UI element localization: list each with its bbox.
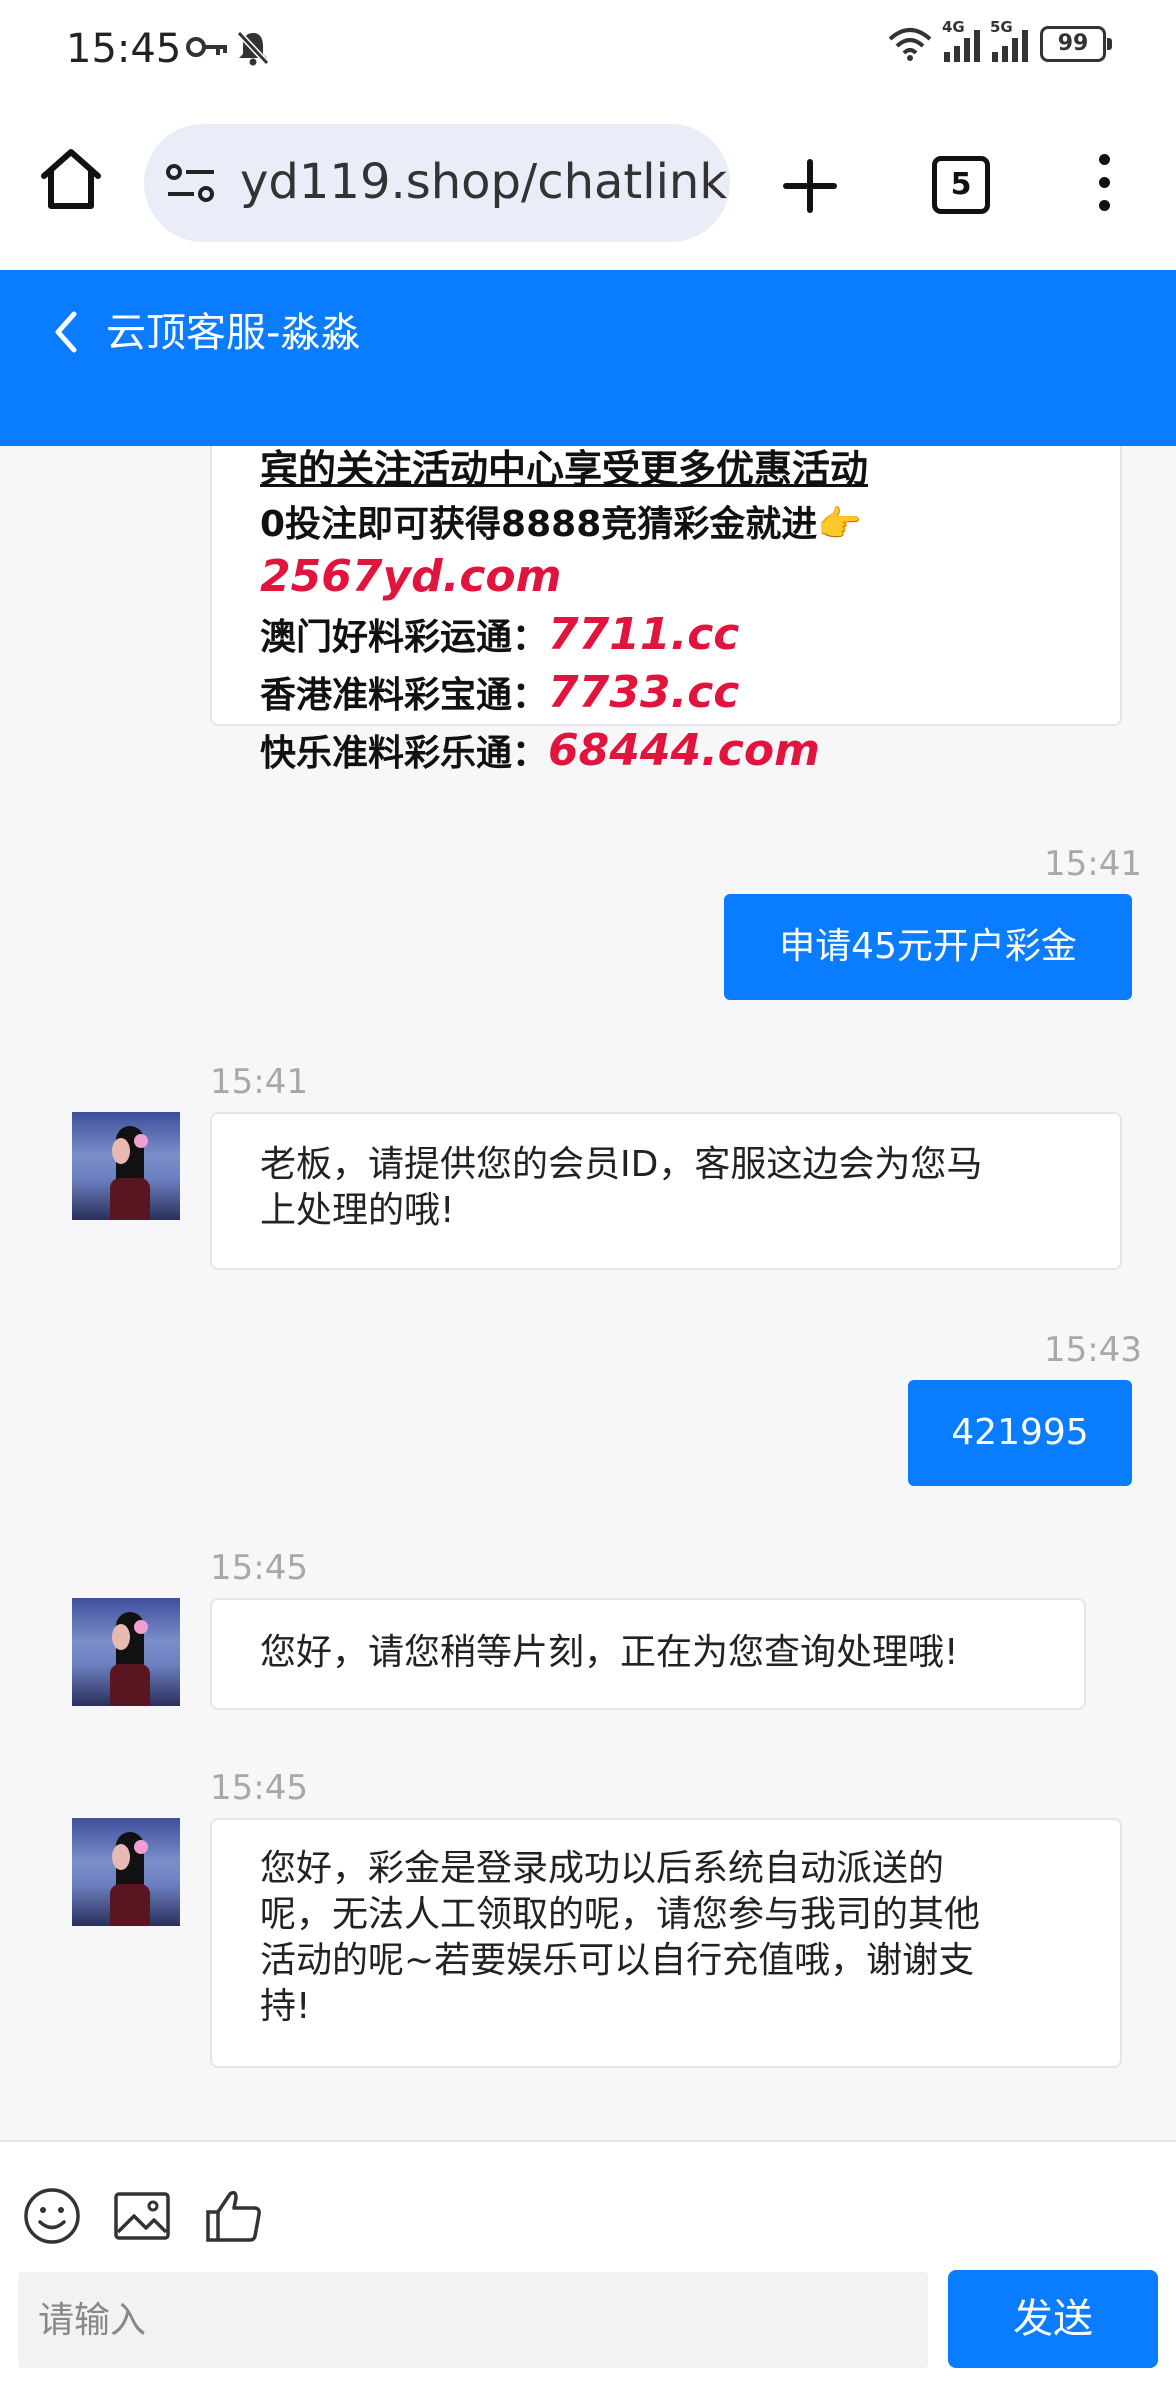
promo-link-3[interactable]: 7733.cc <box>548 667 739 718</box>
new-tab-icon[interactable] <box>782 158 838 214</box>
back-icon[interactable] <box>50 306 80 358</box>
status-indicators: 4G 5G 99 <box>888 18 1112 62</box>
incoming-message-bubble: 老板，请提供您的会员ID，客服这边会为您马 上处理的哦! <box>210 1112 1122 1270</box>
address-bar[interactable]: yd119.shop/chatlink.h <box>144 124 730 242</box>
promo-cut-line: 宾的关注活动中心享受更多优惠活动 <box>260 447 869 491</box>
browser-toolbar: yd119.shop/chatlink.h 5 <box>0 100 1176 270</box>
message-timestamp: 15:43 <box>1044 1330 1142 1370</box>
bell-off-icon <box>236 30 270 66</box>
chat-title: 云顶客服-淼淼 <box>106 310 361 356</box>
status-time: 15:45 <box>66 26 182 72</box>
image-icon[interactable] <box>112 2186 172 2246</box>
tab-switcher-button[interactable]: 5 <box>932 156 990 214</box>
url-text[interactable]: yd119.shop/chatlink.h <box>240 154 730 210</box>
promo-line-3: 澳门好料彩运通：7711.cc <box>260 612 739 661</box>
promo-line-1: 0投注即可获得8888竞猜彩金就进👉 <box>260 504 863 545</box>
message-text-line: 持! <box>260 1986 311 2027</box>
promo-message-bubble: 宾的关注活动中心享受更多优惠活动 0投注即可获得8888竞猜彩金就进👉 2567… <box>210 446 1122 774</box>
thumbs-up-icon[interactable] <box>204 2186 264 2246</box>
incoming-message-bubble: 您好，请您稍等片刻，正在为您查询处理哦! <box>210 1598 1086 1710</box>
message-composer: 发送 <box>0 2140 1176 2402</box>
message-text-line: 呢，无法人工领取的呢，请您参与我司的其他 <box>260 1894 981 1935</box>
wifi-icon <box>888 28 932 61</box>
more-menu-icon[interactable] <box>1092 154 1116 218</box>
promo-line-5: 快乐准料彩乐通：68444.com <box>260 728 820 777</box>
promo-link-4[interactable]: 68444.com <box>548 725 820 776</box>
battery-icon: 99 <box>1040 26 1112 62</box>
signal-5g-icon: 5G <box>990 18 1028 62</box>
network-type-2: 5G <box>990 18 1013 36</box>
message-text-line: 老板，请提供您的会员ID，客服这边会为您马 <box>260 1144 983 1185</box>
promo-line-4: 香港准料彩宝通：7733.cc <box>260 670 739 719</box>
chat-messages[interactable]: 宾的关注活动中心享受更多优惠活动 0投注即可获得8888竞猜彩金就进👉 2567… <box>0 446 1176 2140</box>
message-text-line: 上处理的哦! <box>260 1190 455 1231</box>
signal-4g-icon: 4G <box>942 18 980 62</box>
status-bar: 15:45 4G 5G 99 <box>0 0 1176 100</box>
promo-label-4: 香港准料彩宝通： <box>260 675 549 716</box>
site-settings-icon[interactable] <box>164 160 218 206</box>
message-text-line: 活动的呢~若要娱乐可以自行充值哦，谢谢支 <box>260 1940 975 1981</box>
home-icon[interactable] <box>38 146 104 212</box>
emoji-icon[interactable] <box>22 2186 82 2246</box>
message-timestamp: 15:45 <box>210 1768 308 1808</box>
message-text-line: 您好，彩金是登录成功以后系统自动派送的 <box>260 1848 945 1889</box>
key-icon <box>186 37 227 57</box>
chat-header: 云顶客服-淼淼 <box>0 270 1176 446</box>
message-text-line: 您好，请您稍等片刻，正在为您查询处理哦! <box>260 1632 959 1673</box>
send-button[interactable]: 发送 <box>948 2270 1158 2368</box>
promo-label-3: 澳门好料彩运通： <box>260 617 549 658</box>
agent-avatar[interactable] <box>72 1818 180 1926</box>
promo-label-5: 快乐准料彩乐通： <box>260 733 549 774</box>
outgoing-message-bubble: 421995 <box>908 1380 1132 1486</box>
outgoing-message-bubble: 申请45元开户彩金 <box>724 894 1132 1000</box>
message-timestamp: 15:41 <box>1044 844 1142 884</box>
message-input[interactable] <box>18 2272 928 2368</box>
agent-avatar[interactable] <box>72 1598 180 1706</box>
message-timestamp: 15:45 <box>210 1548 308 1588</box>
promo-link-2[interactable]: 7711.cc <box>548 609 739 660</box>
network-type-1: 4G <box>942 18 965 36</box>
incoming-message-bubble: 您好，彩金是登录成功以后系统自动派送的 呢，无法人工领取的呢，请您参与我司的其他… <box>210 1818 1122 2068</box>
agent-avatar[interactable] <box>72 1112 180 1220</box>
message-timestamp: 15:41 <box>210 1062 308 1102</box>
promo-link-1[interactable]: 2567yd.com <box>260 554 562 600</box>
